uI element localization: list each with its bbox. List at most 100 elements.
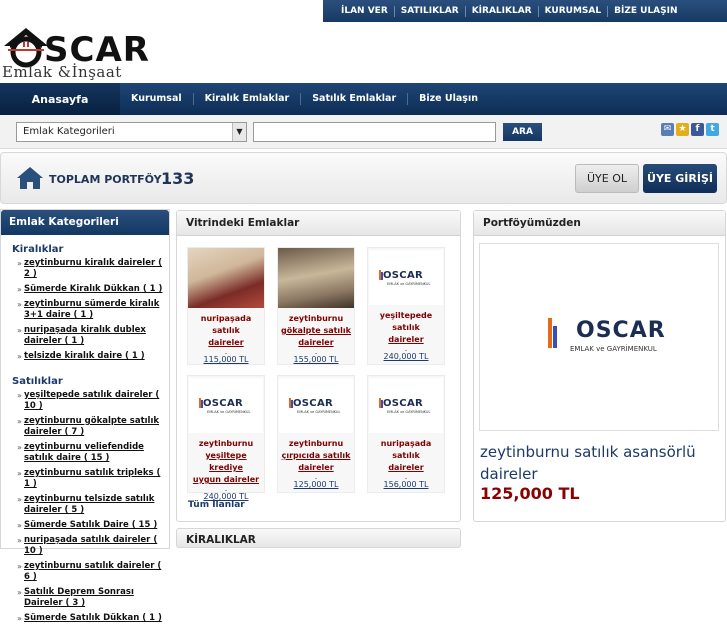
listing-photo-placeholder-logo[interactable]: OSCAR EMLAK ve GAYRİMENKUL	[189, 378, 263, 433]
sidebar-item[interactable]: zeytinburnu kiralık daireler ( 2 )	[17, 258, 169, 280]
register-button[interactable]: ÜYE OL	[575, 164, 639, 193]
kiraliklar-section-header: KİRALIKLAR	[176, 528, 461, 548]
facebook-icon[interactable]: f	[691, 123, 704, 136]
listing-price[interactable]: 155,000 TL	[278, 355, 354, 365]
toplink-bize-ulasin[interactable]: BİZE ULAŞIN	[608, 6, 683, 17]
sidebar-item[interactable]: Sümerde Kiralık Dükkan ( 1 )	[17, 284, 169, 295]
login-button[interactable]: ÜYE GİRİŞİ	[643, 164, 717, 193]
sidebar-item-link[interactable]: zeytinburnu sümerde kiralık 3+1 daire ( …	[24, 299, 159, 320]
sidebar-item[interactable]: nuripaşada satılık daireler ( 10 )	[17, 535, 169, 557]
listing-card[interactable]: nuripaşada satılık daireler . 115,000 TL	[187, 247, 265, 365]
sidebar-item-link[interactable]: zeytinburnu kiralık daireler ( 2 )	[24, 258, 162, 279]
category-sidebar: Emlak Kategorileri Kiralıklar zeytinburn…	[0, 209, 170, 624]
toplink-kurumsal[interactable]: KURUMSAL	[539, 5, 609, 17]
sidebar-section-kiraliklar[interactable]: Kiralıklar	[12, 244, 169, 255]
sidebar-item-link[interactable]: Sümerde Satılık Daire ( 15 )	[24, 520, 157, 530]
sidebar-item-link[interactable]: Sümerde Satılık Dükkan ( 1 )	[24, 613, 162, 623]
placeholder-logo-word: OSCAR	[293, 398, 333, 409]
listing-title[interactable]: yeşiltepede satılık daireler	[368, 310, 444, 346]
sidebar-item-link[interactable]: Sümerde Kiralık Dükkan ( 1 )	[24, 284, 162, 294]
listing-photo[interactable]	[278, 248, 354, 308]
portfolio-featured-panel: Portföyümüzden OSCAR EMLAK ve GAYRİMENKU…	[473, 210, 726, 522]
listing-card[interactable]: OSCAR EMLAK ve GAYRİMENKUL nuripaşada sa…	[367, 375, 445, 493]
nav-kiralik-emlaklar[interactable]: Kiralık Emlaklar	[194, 93, 302, 105]
sidebar-item[interactable]: zeytinburnu gökalpte satılık daireler ( …	[17, 416, 169, 438]
listing-photo-placeholder-logo[interactable]: OSCAR EMLAK ve GAYRİMENKUL	[369, 378, 443, 433]
sidebar-item[interactable]: zeytinburnu telsizde satılık daireler ( …	[17, 494, 169, 516]
sidebar-item-link[interactable]: zeytinburnu telsizde satılık daireler ( …	[24, 494, 154, 515]
listing-price[interactable]: 115,000 TL	[188, 355, 264, 365]
sidebar-item-link[interactable]: nuripaşada kiralık dublex daireler ( 1 )	[24, 325, 146, 346]
sidebar-title: Emlak Kategorileri	[1, 210, 169, 235]
listing-title[interactable]: zeytinburnu çırpıcıda satılık daireler	[278, 438, 354, 474]
top-links-bar: İLAN VER SATILIKLAR KİRALIKLAR KURUMSAL …	[323, 0, 727, 22]
placeholder-logo-word: OSCAR	[203, 398, 243, 409]
nav-bize-ulasin[interactable]: Bize Ulaşın	[408, 93, 489, 105]
nav-home[interactable]: Anasayfa	[0, 83, 120, 115]
twitter-icon[interactable]: t	[706, 123, 719, 136]
sidebar-section-satiliklar[interactable]: Satılıklar	[12, 376, 169, 387]
listing-photo[interactable]	[188, 248, 264, 308]
toplink-satiliklar[interactable]: SATILIKLAR	[395, 5, 466, 17]
sidebar-item[interactable]: telsizde kiralık daire ( 1 )	[17, 351, 169, 362]
nav-kurumsal[interactable]: Kurumsal	[120, 93, 194, 105]
main-nav: Anasayfa Kurumsal Kiralık Emlaklar Satıl…	[0, 83, 727, 115]
toplink-kiraliklar[interactable]: KİRALIKLAR	[466, 5, 539, 17]
listing-title[interactable]: nuripaşada satılık daireler	[368, 438, 444, 474]
sidebar-item[interactable]: Sümerde Satılık Daire ( 15 )	[17, 520, 169, 531]
category-select[interactable]: Emlak Kategorileri ▼	[16, 122, 247, 142]
search-bar: Emlak Kategorileri ▼ ARA ✉ ★ f t	[0, 115, 727, 149]
home-icon	[17, 167, 43, 189]
listing-title[interactable]: zeytinburnu gökalpte satılık daireler	[278, 313, 354, 349]
site-logo[interactable]: SCAR Emlak &İnşaat	[0, 24, 165, 82]
search-button[interactable]: ARA	[503, 123, 542, 141]
sidebar-item[interactable]: zeytinburnu sümerde kiralık 3+1 daire ( …	[17, 299, 169, 321]
placeholder-logo-sub: EMLAK ve GAYRİMENKUL	[207, 410, 251, 414]
listing-card[interactable]: OSCAR EMLAK ve GAYRİMENKUL zeytinburnu y…	[187, 375, 265, 501]
sidebar-item-link[interactable]: zeytinburnu gökalpte satılık daireler ( …	[24, 416, 159, 437]
listing-photo-placeholder-logo[interactable]: OSCAR EMLAK ve GAYRİMENKUL	[279, 378, 353, 433]
search-input[interactable]	[253, 122, 496, 142]
sidebar-item-link[interactable]: telsizde kiralık daire ( 1 )	[24, 351, 145, 361]
chevron-down-icon[interactable]: ▼	[232, 123, 246, 141]
sidebar-item[interactable]: nuripaşada kiralık dublex daireler ( 1 )	[17, 325, 169, 347]
sidebar-item-link[interactable]: zeytinburnu satılık daireler ( 6 )	[24, 561, 161, 582]
listing-photo-placeholder-logo[interactable]: OSCAR EMLAK ve GAYRİMENKUL	[369, 250, 443, 305]
featured-listing-image[interactable]: OSCAR EMLAK ve GAYRİMENKUL	[479, 243, 719, 431]
sidebar-item-link[interactable]: yeşiltepede satılık daireler ( 10 )	[24, 390, 159, 411]
listing-title[interactable]: nuripaşada satılık daireler	[188, 313, 264, 349]
placeholder-logo-sub: EMLAK ve GAYRİMENKUL	[297, 410, 341, 414]
listing-price[interactable]: 156,000 TL	[368, 480, 444, 490]
placeholder-logo-sub: EMLAK ve GAYRİMENKUL	[387, 282, 431, 286]
house-o-logo-icon	[4, 28, 48, 68]
listing-title-line: gökalpte satılık	[281, 326, 351, 335]
showcase-title: Vitrindeki Emlaklar	[177, 211, 460, 236]
listing-title-line: nuripaşada satılık	[200, 314, 252, 335]
sidebar-item-link[interactable]: Satılık Deprem Sonrası Daireler ( 3 )	[24, 587, 134, 608]
listing-card[interactable]: OSCAR EMLAK ve GAYRİMENKUL yeşiltepede s…	[367, 247, 445, 365]
sidebar-item[interactable]: Satılık Deprem Sonrası Daireler ( 3 )	[17, 587, 169, 609]
sidebar-item[interactable]: Sümerde Satılık Dükkan ( 1 )	[17, 613, 169, 624]
listing-card[interactable]: zeytinburnu gökalpte satılık daireler . …	[277, 247, 355, 365]
listing-price[interactable]: 125,000 TL	[278, 480, 354, 490]
sidebar-item[interactable]: zeytinburnu satılık daireler ( 6 )	[17, 561, 169, 583]
sidebar-item-link[interactable]: nuripaşada satılık daireler ( 10 )	[24, 535, 157, 556]
nav-satilik-emlaklar[interactable]: Satılık Emlaklar	[301, 93, 409, 105]
sidebar-item-link[interactable]: zeytinburnu veliefendide satılık daire (…	[24, 442, 144, 463]
featured-listing-title[interactable]: zeytinburnu satılık asansörlü daireler	[480, 441, 720, 485]
sidebar-item-link[interactable]: zeytinburnu satılık tripleks ( 1 )	[24, 468, 160, 489]
all-listings-link[interactable]: Tüm İlanlar	[188, 500, 245, 510]
toplink-ilan-ver[interactable]: İLAN VER	[335, 5, 395, 17]
listing-title[interactable]: zeytinburnu yeşiltepe krediye uygun dair…	[188, 438, 264, 486]
portfolio-count: 133	[161, 169, 195, 188]
sidebar-item[interactable]: zeytinburnu satılık tripleks ( 1 )	[17, 468, 169, 490]
featured-listing-title-line: zeytinburnu satılık asansörlü	[480, 443, 696, 461]
portfolio-label: TOPLAM PORTFÖY :	[49, 173, 170, 186]
sidebar-item[interactable]: yeşiltepede satılık daireler ( 10 )	[17, 390, 169, 412]
listing-card[interactable]: OSCAR EMLAK ve GAYRİMENKUL zeytinburnu ç…	[277, 375, 355, 493]
sidebar-item[interactable]: zeytinburnu veliefendide satılık daire (…	[17, 442, 169, 464]
email-icon[interactable]: ✉	[661, 123, 674, 136]
logo-subtitle: Emlak &İnşaat	[2, 63, 122, 81]
star-favorite-icon[interactable]: ★	[676, 123, 689, 136]
listing-price[interactable]: 240,000 TL	[368, 352, 444, 362]
